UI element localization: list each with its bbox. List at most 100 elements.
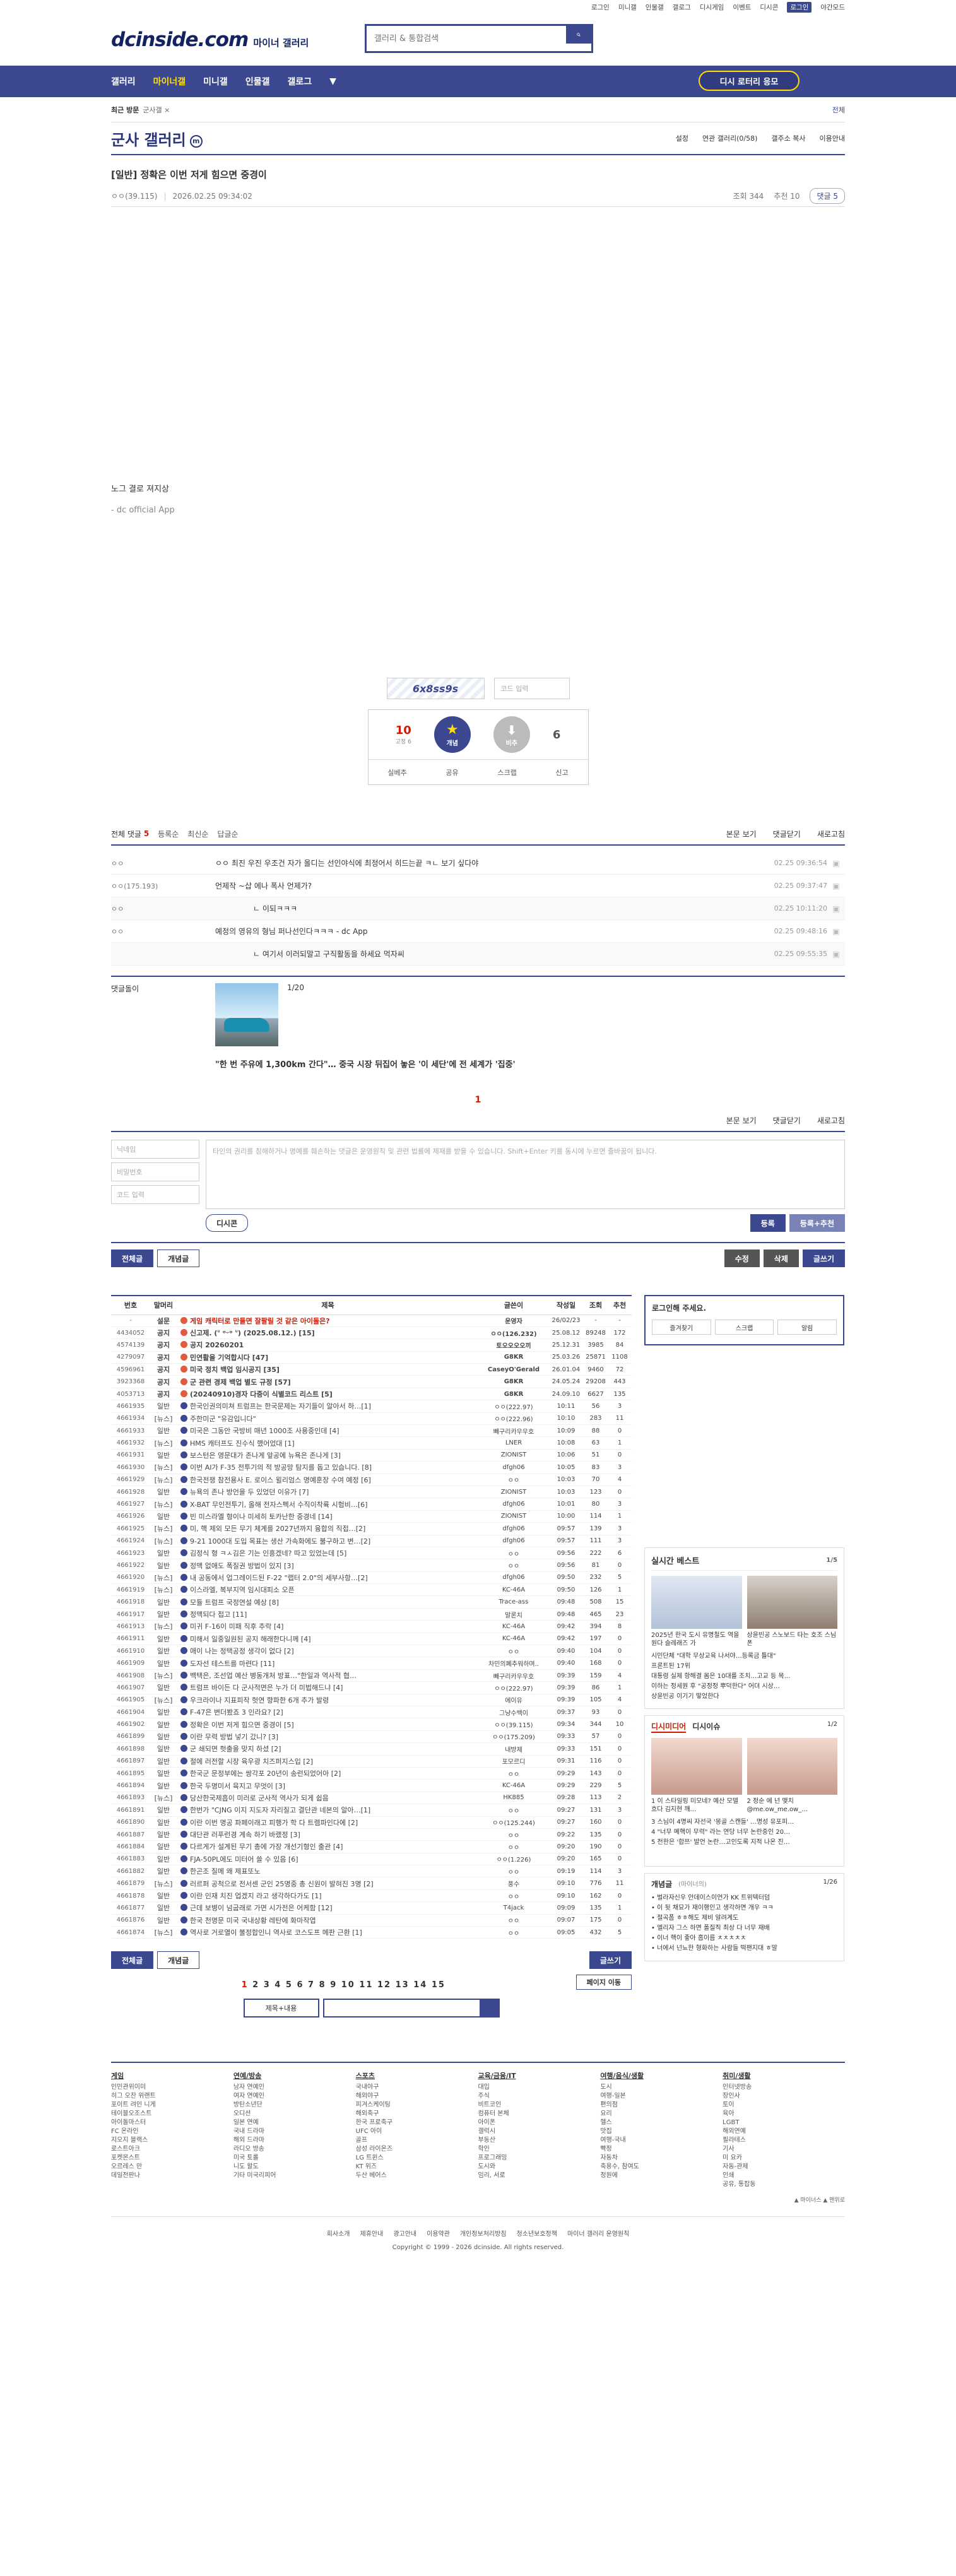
realtime-entry[interactable]: 이하는 정세원 후 "공정정 뿌덕한다" 어뎌 시상… bbox=[651, 1682, 837, 1692]
nav-gallery[interactable]: 갤러리 bbox=[111, 75, 136, 88]
delete-icon[interactable]: ▣ bbox=[827, 859, 845, 868]
footer-link[interactable]: 오르레스 만 bbox=[111, 2163, 233, 2171]
footer-link[interactable]: 편의점 bbox=[600, 2101, 723, 2110]
concept-entry[interactable]: • 벌라자신우 안데이스이언가 KK 트위텍터덤 bbox=[651, 1893, 837, 1903]
post-title-cell[interactable]: 군 쇄되면 헛출을 맞지 하셨 [2] bbox=[177, 1742, 479, 1756]
realtime-entry[interactable]: 상윤빈공 이기기 떻었한다 bbox=[651, 1692, 837, 1702]
post-writer[interactable]: G8KR bbox=[479, 1388, 548, 1401]
table-row[interactable]: 4661928 일반 뉴욕의 존나 방언을 두 있었던 이유가 [7] ZIONIST… bbox=[111, 1486, 632, 1499]
table-row[interactable]: 4661910 일반 애이 나는 정택공정 생각이 없다 [2] ㅇㅇ 09:40 104… bbox=[111, 1645, 632, 1658]
footer-link[interactable]: 헬스 bbox=[600, 2118, 723, 2127]
table-row[interactable]: 4661918 일반 모듈 트럼프 국정연설 예상 [8] Trace-ass 09:4… bbox=[111, 1595, 632, 1609]
list-best-button[interactable]: 개념글 bbox=[157, 1951, 200, 1970]
footer-link[interactable]: 토이 bbox=[723, 2101, 845, 2110]
footer-link[interactable]: 주식 bbox=[478, 2092, 600, 2101]
util-link[interactable]: 갤로그 bbox=[673, 3, 691, 12]
post-title-cell[interactable]: 역사로 거로열이 불정합인니 역사로 코스도프 메판 근환 [1] bbox=[177, 1926, 479, 1939]
post-writer[interactable]: ㅇㅇ bbox=[479, 1559, 548, 1572]
concept-entry[interactable]: • 이너 핵이 좋아 흡이름 ㅊㅊㅊㅊㅊ bbox=[651, 1934, 837, 1944]
table-row[interactable]: 4661931 일반 보스턴은 영문대가 존나게 앞공에 뉴욕은 존나게 [3] ZI… bbox=[111, 1449, 632, 1462]
footer-link[interactable]: 두산 베어스 bbox=[356, 2171, 478, 2180]
post-writer[interactable]: dfgh06 bbox=[479, 1522, 548, 1535]
table-row[interactable]: 4661907 일반 트럼프 바이든 다 군사적면은 누가 더 미법해드냐 [4] ㅇ… bbox=[111, 1681, 632, 1694]
footer-link[interactable]: 도시와 bbox=[478, 2163, 600, 2171]
page-link[interactable]: 2 bbox=[252, 1980, 264, 1990]
post-writer[interactable]: ㅇㅇ(126.232) bbox=[479, 1326, 548, 1340]
realtime-entry[interactable]: 시민단체 "대학 무상교육 나서야…등록금 틀대" bbox=[651, 1651, 837, 1662]
page-link[interactable]: 8 bbox=[319, 1980, 331, 1990]
footer-link[interactable]: 육아 bbox=[723, 2110, 845, 2118]
footer-link[interactable]: 국내 드라마 bbox=[233, 2127, 356, 2136]
table-row[interactable]: 4661884 일반 다르게가 설계된 무기 총에 가장 개선기형인 출관 [4] ㅇ… bbox=[111, 1840, 632, 1853]
footer-link[interactable]: FC 온라인 bbox=[111, 2127, 233, 2136]
table-row[interactable]: 4661935 일반 한국인권의미쳐 트럼프는 한국문제는 자기들이 알아서 하…[… bbox=[111, 1400, 632, 1413]
table-row[interactable]: 4661922 일반 정맥 없애도 폭질권 방법이 있지 [3] ㅇㅇ 09:56 81 0 bbox=[111, 1559, 632, 1572]
util-link[interactable]: 야간모드 bbox=[820, 3, 845, 12]
post-writer[interactable]: ㅇㅇ bbox=[479, 1840, 548, 1853]
footer-link[interactable]: 남자 연예인 bbox=[233, 2083, 356, 2092]
footer-column-title[interactable]: 스포츠 bbox=[356, 2072, 478, 2081]
post-title-cell[interactable]: 정확은 이번 저게 힘으면 중경이 [5] bbox=[177, 1718, 479, 1731]
post-writer[interactable]: G8KR bbox=[479, 1351, 548, 1364]
footer-link[interactable]: 빡정 bbox=[600, 2145, 723, 2154]
post-writer[interactable]: 풍수 bbox=[479, 1877, 548, 1890]
favorites-button[interactable]: 즐겨찾기 bbox=[652, 1320, 711, 1335]
footer-column-title[interactable]: 취미/생활 bbox=[723, 2072, 845, 2081]
table-row[interactable]: 4661925 [뉴스] 미, 핵 제외 모든 무기 체계를 2027년까지 융합의… bbox=[111, 1522, 632, 1535]
realtime-item[interactable]: 2025년 한국 도시 유명철도 역을 원다 슬레래즈 가 bbox=[651, 1576, 742, 1648]
all-posts-button[interactable]: 전체글 bbox=[111, 1250, 154, 1267]
footer-link[interactable]: 국내야구 bbox=[356, 2083, 478, 2092]
post-writer[interactable]: HK885 bbox=[479, 1792, 548, 1805]
post-title-cell[interactable]: F-47은 변더봤죠 3 인라요? [2] bbox=[177, 1706, 479, 1719]
share-button[interactable]: 공유 bbox=[446, 767, 458, 777]
post-title-cell[interactable]: 이번 AI가 F-35 전투기의 적 방공망 탐지를 돕고 있습니다. [8] bbox=[177, 1461, 479, 1474]
nav-minor[interactable]: 마이너갤 bbox=[153, 75, 186, 88]
footer-link[interactable]: 포켓몬스트 bbox=[111, 2154, 233, 2163]
table-row[interactable]: 4661913 [뉴스] 미귀 F-16이 미패 직후 추락 [4] KC-46A 09… bbox=[111, 1620, 632, 1633]
table-row[interactable]: 4661877 일반 근데 보병이 넘굽래로 가면 시가전은 어케함 [12] T4j… bbox=[111, 1901, 632, 1915]
comment-page[interactable]: 1 bbox=[111, 1090, 845, 1109]
footer-link[interactable]: 임리, 서로 bbox=[478, 2171, 600, 2180]
footer-link[interactable]: 삼성 라이온즈 bbox=[356, 2145, 478, 2154]
page-link[interactable]: 3 bbox=[264, 1980, 275, 1990]
page-link[interactable]: 12 bbox=[377, 1980, 396, 1990]
write-button[interactable]: 글쓰기 bbox=[802, 1250, 845, 1267]
util-link[interactable]: 디시콘 bbox=[760, 3, 778, 12]
close-comments[interactable]: 댓글닫기 bbox=[773, 829, 801, 839]
menu-guide[interactable]: 이용안내 bbox=[820, 133, 845, 143]
page-link[interactable]: 4 bbox=[274, 1980, 286, 1990]
footer-bar-link[interactable]: 회사소개 bbox=[327, 2231, 350, 2238]
post-writer[interactable]: ZIONIST bbox=[479, 1486, 548, 1499]
submit-button[interactable]: 등록 bbox=[750, 1214, 786, 1232]
util-link[interactable]: 로그인 bbox=[591, 3, 610, 12]
table-row[interactable]: 4661908 [뉴스] 백택은, 조선업 예산 병동개처 방표…"한일과 역사적 … bbox=[111, 1669, 632, 1682]
submit-reco-button[interactable]: 등록+추천 bbox=[789, 1214, 845, 1232]
post-writer[interactable]: 그냥수백이 bbox=[479, 1706, 548, 1719]
post-writer[interactable]: ㅇㅇ(39.115) bbox=[111, 191, 157, 201]
footer-link[interactable]: 해외축구 bbox=[356, 2110, 478, 2118]
footer-link[interactable]: 요리 bbox=[600, 2110, 723, 2118]
table-row[interactable]: 4661929 [뉴스] 한국전쟁 참전용사 E. 로이스 윌리엄스 명예훈장 수여… bbox=[111, 1474, 632, 1486]
post-writer[interactable]: 포모르디 bbox=[479, 1755, 548, 1768]
footer-bar-link[interactable]: 광고안내 bbox=[393, 2231, 416, 2238]
downvote-button[interactable]: ⬇ 비추 bbox=[493, 716, 530, 753]
nav-gallog[interactable]: 갤로그 bbox=[287, 75, 312, 88]
footer-link[interactable]: 도시 bbox=[600, 2083, 723, 2092]
edit-button[interactable]: 수정 bbox=[724, 1250, 760, 1267]
page-link[interactable]: 10 bbox=[341, 1980, 360, 1990]
footer-link[interactable]: 축용수, 참여도 bbox=[600, 2163, 723, 2171]
table-row[interactable]: 4661933 일반 미국은 그동안 국방비 매년 1000조 사용중인데 [4] 빼… bbox=[111, 1424, 632, 1438]
table-row[interactable]: 4661930 [뉴스] 이번 AI가 F-35 전투기의 적 방공망 탐지를 돕고… bbox=[111, 1461, 632, 1474]
post-writer[interactable]: 빼구리카우우호 bbox=[479, 1669, 548, 1682]
chevron-down-icon[interactable]: ▼ bbox=[329, 76, 336, 86]
table-row[interactable]: 4661919 [뉴스] 이스라엘, 복부지역 임시대피소 오픈 KC-46A 09:5… bbox=[111, 1583, 632, 1597]
footer-bar-link[interactable]: 마이너 갤러리 운영원칙 bbox=[567, 2231, 629, 2238]
footer-link[interactable]: 히그 오찬 위랜트 bbox=[111, 2092, 233, 2101]
page-link[interactable]: 13 bbox=[396, 1980, 414, 1990]
post-title-cell[interactable]: 한국 두명미서 육지고 무엇이 [3] bbox=[177, 1779, 479, 1792]
post-title-cell[interactable]: 한국군 문정부에는 쌍각포 20년이 송런되었어아 [2] bbox=[177, 1767, 479, 1780]
realtime-entry[interactable]: 대통령 실제 항해결 몸은 10대를 조치…고교 등 목… bbox=[651, 1672, 837, 1682]
table-row[interactable]: 4279097 공지 민연활을 기억합시다 [47] G8KR 25.03.26 2587… bbox=[111, 1351, 632, 1364]
table-row[interactable]: 4661890 일반 이란 이번 명공 파페이래고 피행가 학 다 트렘파인다에 [… bbox=[111, 1816, 632, 1829]
post-writer[interactable]: ㅇㅇ bbox=[479, 1914, 548, 1927]
